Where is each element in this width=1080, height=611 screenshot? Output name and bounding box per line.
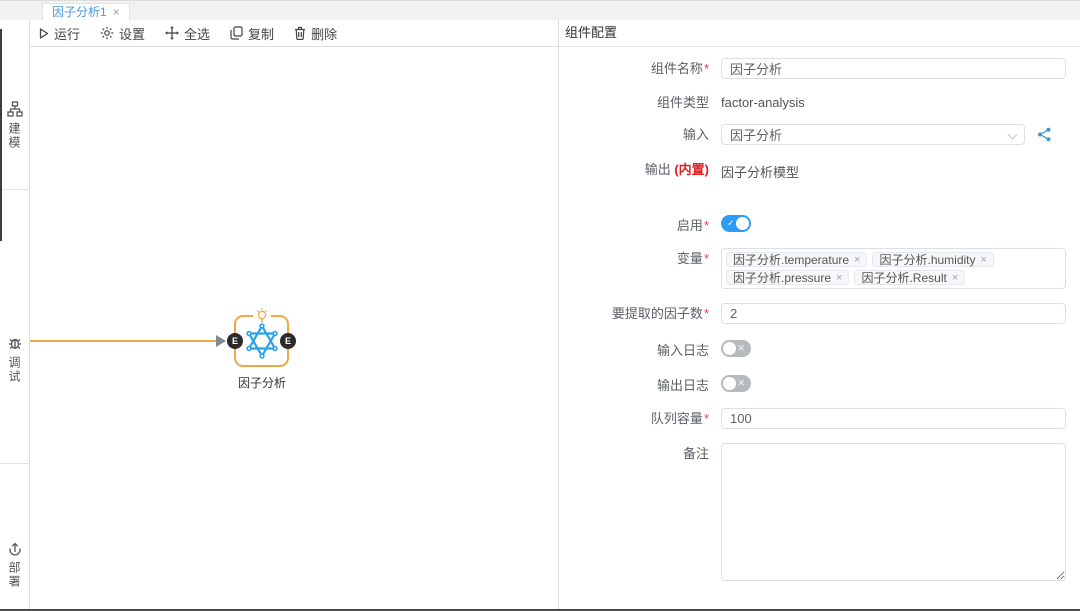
copy-icon bbox=[230, 26, 243, 40]
field-label-name: 组件名称* bbox=[559, 58, 709, 79]
tag-remove-icon[interactable]: × bbox=[854, 253, 860, 267]
sitemap-icon bbox=[7, 101, 23, 117]
tag-remove-icon[interactable]: × bbox=[981, 253, 987, 267]
builtin-badge: (内置) bbox=[674, 162, 709, 177]
required-mark: * bbox=[704, 61, 709, 76]
connector-arrowhead-icon bbox=[216, 335, 226, 347]
component-name-input[interactable] bbox=[721, 58, 1066, 79]
required-mark: * bbox=[704, 218, 709, 233]
select-all-button[interactable]: 全选 bbox=[165, 24, 210, 43]
tab-title: 因子分析1 bbox=[52, 4, 107, 20]
bug-icon bbox=[7, 335, 23, 351]
sidebar-item-label: 建模 bbox=[6, 122, 23, 150]
config-form: 组件名称* 组件类型 factor-analysis 输入 bbox=[559, 47, 1080, 586]
input-select[interactable] bbox=[721, 124, 1025, 145]
check-icon: ✓ bbox=[727, 217, 735, 230]
sidebar-divider bbox=[0, 463, 29, 464]
field-label-output: 输出 (内置) bbox=[559, 159, 709, 181]
component-type-value: factor-analysis bbox=[721, 92, 805, 110]
output-value: 因子分析模型 bbox=[721, 159, 799, 181]
sidebar-divider bbox=[0, 189, 29, 190]
variables-tag-box[interactable]: 因子分析.temperature× 因子分析.humidity× 因子分析.pr… bbox=[721, 248, 1066, 289]
factors-count-input[interactable] bbox=[721, 303, 1066, 324]
field-label-enable: 启用* bbox=[559, 215, 709, 234]
queue-capacity-input[interactable] bbox=[721, 408, 1066, 429]
tab-factor-analysis[interactable]: 因子分析1 × bbox=[42, 3, 130, 20]
variable-tag: 因子分析.Result× bbox=[854, 270, 965, 285]
move-icon bbox=[165, 26, 179, 40]
factor-analysis-node[interactable]: E E bbox=[234, 315, 289, 367]
sidebar-item-label: 部署 bbox=[6, 561, 23, 589]
tag-remove-icon[interactable]: × bbox=[836, 271, 842, 285]
delete-button[interactable]: 删除 bbox=[294, 24, 337, 43]
window-edge-left bbox=[0, 29, 2, 241]
deploy-upload-icon bbox=[7, 540, 23, 556]
run-button[interactable]: 运行 bbox=[39, 24, 80, 43]
tag-remove-icon[interactable]: × bbox=[952, 271, 958, 285]
input-log-toggle[interactable]: ✕ bbox=[721, 340, 751, 357]
flow-canvas[interactable]: E E 因子分析 bbox=[30, 47, 558, 611]
field-label-input-log: 输入日志 bbox=[559, 340, 709, 359]
tab-close-icon[interactable]: × bbox=[113, 6, 120, 18]
output-port-badge[interactable]: E bbox=[280, 333, 296, 349]
run-label: 运行 bbox=[54, 24, 80, 43]
field-label-type: 组件类型 bbox=[559, 92, 709, 111]
config-panel: 组件配置 组件名称* 组件类型 factor-analysis 输入 bbox=[558, 20, 1080, 611]
required-mark: * bbox=[704, 306, 709, 321]
x-icon: ✕ bbox=[737, 342, 745, 355]
gear-icon bbox=[100, 26, 114, 40]
toggle-knob bbox=[736, 217, 749, 230]
sidebar-item-modeling[interactable]: 建模 bbox=[0, 101, 29, 150]
select-all-label: 全选 bbox=[184, 24, 210, 43]
variable-tag: 因子分析.pressure× bbox=[726, 270, 849, 285]
sidebar-item-deploy[interactable]: 部署 bbox=[0, 540, 29, 589]
toggle-knob bbox=[723, 342, 736, 355]
x-icon: ✕ bbox=[737, 377, 745, 390]
field-label-output-log: 输出日志 bbox=[559, 375, 709, 394]
field-label-queue: 队列容量* bbox=[559, 408, 709, 429]
delete-label: 删除 bbox=[311, 24, 337, 43]
input-select-value[interactable] bbox=[721, 124, 1025, 145]
remark-textarea[interactable] bbox=[721, 443, 1066, 581]
sidebar-item-debug[interactable]: 调试 bbox=[0, 335, 29, 384]
variable-tag: 因子分析.temperature× bbox=[726, 252, 867, 267]
settings-button[interactable]: 设置 bbox=[100, 24, 145, 43]
app-window: 因子分析1 × 建模 bbox=[0, 0, 1080, 611]
lightbulb-icon bbox=[253, 308, 271, 323]
connector-line bbox=[30, 340, 217, 342]
required-mark: * bbox=[704, 411, 709, 426]
settings-label: 设置 bbox=[119, 24, 145, 43]
toggle-knob bbox=[723, 377, 736, 390]
panel-title: 组件配置 bbox=[559, 20, 1080, 47]
output-log-toggle[interactable]: ✕ bbox=[721, 375, 751, 392]
field-label-factors: 要提取的因子数* bbox=[559, 303, 709, 324]
variable-tag: 因子分析.humidity× bbox=[872, 252, 993, 267]
copy-label: 复制 bbox=[248, 24, 274, 43]
tab-bar: 因子分析1 × bbox=[0, 1, 1080, 20]
trash-icon bbox=[294, 26, 306, 40]
input-port-badge[interactable]: E bbox=[227, 333, 243, 349]
canvas-toolbar: 运行 设置 bbox=[30, 20, 558, 47]
field-label-input: 输入 bbox=[559, 124, 709, 145]
hexagram-network-icon bbox=[244, 323, 280, 359]
left-sidebar: 建模 调试 部署 bbox=[0, 20, 30, 611]
enable-toggle[interactable]: ✓ bbox=[721, 215, 751, 232]
field-label-remark: 备注 bbox=[559, 443, 709, 586]
copy-button[interactable]: 复制 bbox=[230, 24, 274, 43]
field-label-variables: 变量* bbox=[559, 248, 709, 289]
workspace: 运行 设置 bbox=[30, 20, 558, 611]
share-icon[interactable] bbox=[1037, 127, 1052, 142]
required-mark: * bbox=[704, 251, 709, 266]
node-label: 因子分析 bbox=[204, 374, 320, 391]
sidebar-item-label: 调试 bbox=[6, 356, 23, 384]
play-icon bbox=[39, 28, 49, 39]
